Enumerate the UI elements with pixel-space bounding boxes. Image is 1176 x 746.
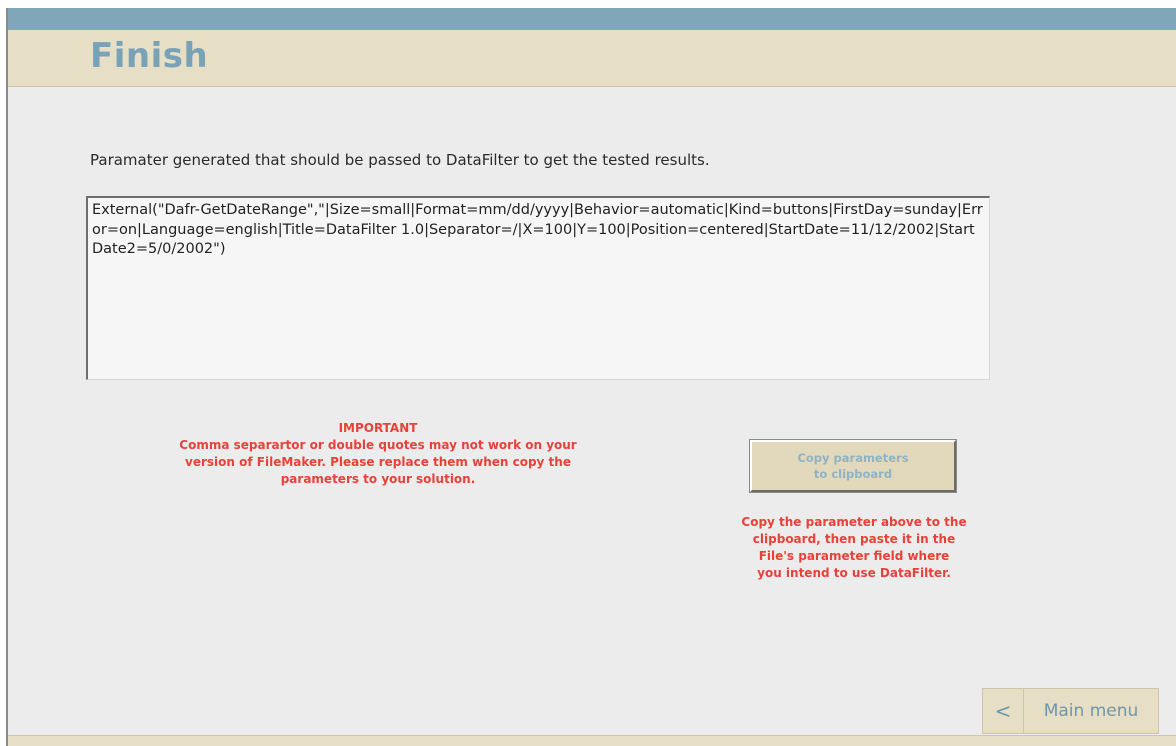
copy-note-line: you intend to use DataFilter. (757, 566, 951, 580)
important-heading: IMPORTANT (338, 421, 418, 435)
copy-parameters-button[interactable]: Copy parameters to clipboard (749, 439, 957, 493)
parameter-textarea[interactable]: External("Dafr-GetDateRange","|Size=smal… (86, 196, 990, 380)
main-menu-button[interactable]: < Main menu (982, 688, 1159, 734)
header-band: Finish (8, 30, 1176, 87)
copy-note-line: Copy the parameter above to the (741, 515, 967, 529)
important-warning: IMPORTANT Comma separartor or double quo… (128, 420, 628, 488)
bottom-strip (8, 735, 1176, 746)
important-line: Comma separartor or double quotes may no… (179, 438, 577, 452)
top-strip (8, 8, 1176, 30)
description-text: Paramater generated that should be passe… (90, 151, 710, 169)
app-window: Finish Paramater generated that should b… (6, 8, 1176, 746)
page-title: Finish (90, 36, 209, 76)
copy-button-label: Copy parameters (797, 451, 909, 465)
chevron-left-icon[interactable]: < (983, 689, 1024, 733)
important-line: version of FileMaker. Please replace the… (185, 455, 571, 469)
main-menu-label: Main menu (1043, 701, 1139, 721)
copy-note-line: File's parameter field where (758, 549, 950, 563)
copy-instructions: Copy the parameter above to the clipboar… (708, 514, 1000, 582)
copy-note-line: clipboard, then paste it in the (752, 532, 956, 546)
important-line: parameters to your solution. (280, 472, 476, 486)
copy-button-label: to clipboard (813, 467, 893, 481)
